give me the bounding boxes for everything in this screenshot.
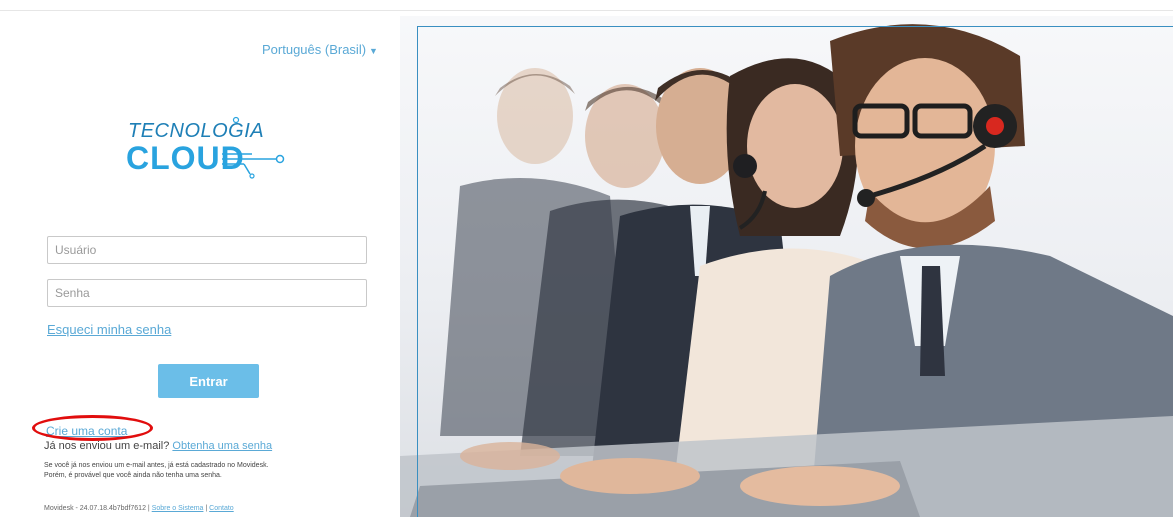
login-button[interactable]: Entrar — [158, 364, 259, 398]
caret-down-icon: ▼ — [369, 45, 378, 56]
sent-email-text: Já nos enviou um e-mail? Obtenha uma sen… — [44, 440, 272, 452]
signup-note: Se você já nos enviou um e-mail antes, j… — [44, 461, 374, 481]
about-system-link[interactable]: Sobre o Sistema — [152, 505, 204, 512]
password-input[interactable] — [47, 279, 367, 307]
create-account-link[interactable]: Crie uma conta — [46, 424, 127, 438]
version-text: Movidesk - 24.07.18.4b7bdf7612 | — [44, 505, 150, 512]
footer: Movidesk - 24.07.18.4b7bdf7612 | Sobre o… — [44, 505, 234, 512]
sent-email-prefix: Já nos enviou um e-mail? — [44, 440, 170, 452]
get-password-link[interactable]: Obtenha uma senha — [172, 440, 272, 452]
call-center-illustration — [400, 24, 1173, 517]
language-label: Português (Brasil) — [262, 42, 367, 57]
footer-separator: | — [205, 505, 208, 512]
company-logo: TECNOLOGIA CLOUD — [126, 112, 296, 188]
language-selector[interactable]: Português (Brasil) ▼ — [262, 42, 378, 57]
forgot-password-link[interactable]: Esqueci minha senha — [47, 322, 171, 337]
username-input[interactable] — [47, 236, 367, 264]
hero-image-call-center — [400, 16, 1173, 517]
note-line-2: Porém, é provável que você ainda não ten… — [44, 472, 222, 479]
top-divider — [0, 10, 1173, 11]
note-line-1: Se você já nos enviou um e-mail antes, j… — [44, 462, 269, 469]
logo-text-cloud: CLOUD — [126, 140, 245, 176]
contact-link[interactable]: Contato — [209, 505, 234, 512]
